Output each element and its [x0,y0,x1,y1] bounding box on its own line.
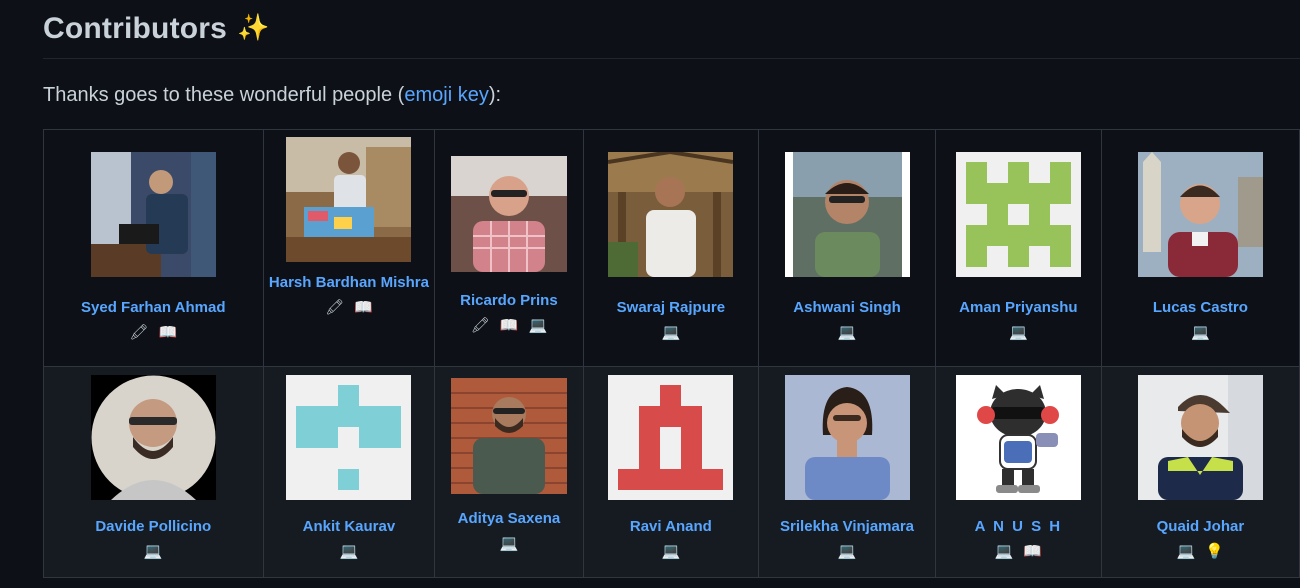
contributor-cell: Aditya Saxena 💻 [434,366,584,578]
contribution-badges: 💻 [584,542,759,562]
contributor-cell: Ravi Anand 💻 [582,366,760,578]
contributor-name[interactable]: Lucas Castro [1102,293,1299,323]
contributor-name[interactable]: Ankit Kaurav [264,512,435,542]
contributor-cell: Quaid Johar 💻 💡 [1100,366,1300,578]
identicon-green-icon[interactable] [955,152,1081,277]
book-icon[interactable]: 📖 [500,317,519,334]
contribution-badges: 💻 📖 [936,542,1101,562]
avatar-brickwall-icon[interactable] [450,378,567,494]
laptop-icon[interactable]: 💻 [662,324,681,341]
laptop-icon[interactable]: 💻 [1177,543,1196,560]
contributor-name[interactable]: Aman Priyanshu [936,293,1101,323]
avatar-church-icon[interactable] [1137,152,1263,277]
laptop-icon[interactable]: 💻 [528,317,547,334]
contribution-badges: 💻 [759,542,935,562]
laptop-icon[interactable]: 💻 [1191,324,1210,341]
emoji-key-link[interactable]: emoji key [404,84,488,106]
contributor-cell: Davide Pollicino 💻 [43,366,264,578]
contributor-cell: A N U S H 💻 📖 [934,366,1102,578]
contribution-badges: 💻 [435,534,582,554]
book-icon[interactable]: 📖 [354,299,373,316]
table-row: Davide Pollicino 💻 Ankit Kaurav 💻 Aditya… [43,366,1300,578]
avatar-speaker-icon[interactable] [90,152,216,277]
contributor-cell: Ankit Kaurav 💻 [262,366,436,578]
contributor-name[interactable]: A N U S H [936,512,1101,542]
contributor-name[interactable]: Ravi Anand [584,512,759,542]
contributor-name[interactable]: Quaid Johar [1102,512,1299,542]
table-row: Syed Farhan Ahmad 🖍 📖 Harsh Bardhan Mishr… [43,129,1300,367]
contributors-table: Syed Farhan Ahmad 🖍 📖 Harsh Bardhan Mishr… [43,129,1300,578]
contributor-name[interactable]: Aditya Saxena [435,504,582,534]
contribution-badges: 💻 💡 [1102,542,1299,562]
book-icon[interactable]: 📖 [158,324,177,341]
laptop-icon[interactable]: 💻 [662,543,681,560]
contributor-cell: Swaraj Rajpure 💻 [582,129,760,367]
avatar-portrait-icon[interactable] [450,156,567,272]
contribution-badges: 🖍 📖 [44,323,263,343]
contributor-name[interactable]: Ricardo Prins [435,286,582,316]
contribution-badges: 💻 [1102,323,1299,343]
contribution-badges: 💻 [44,542,263,562]
laptop-icon[interactable]: 💻 [838,543,857,560]
contribution-badges: 💻 [584,323,759,343]
book-icon[interactable]: 📖 [1023,543,1042,560]
contribution-badges: 💻 [264,542,435,562]
contributor-name[interactable]: Srilekha Vinjamara [759,512,935,542]
contribution-badges: 💻 [759,323,935,343]
avatar-laptop-icon[interactable] [286,137,412,262]
laptop-icon[interactable]: 💻 [144,543,163,560]
crayon-icon[interactable]: 🖍 [471,317,490,334]
identicon-red-icon[interactable] [608,375,734,500]
octocat-cartoon-icon[interactable] [955,375,1081,500]
lightbulb-icon[interactable]: 💡 [1205,543,1224,560]
avatar-circle-icon[interactable] [90,375,216,500]
contribution-badges: 🖍 📖 💻 [435,316,582,336]
contribution-badges: 💻 [936,323,1101,343]
contributor-name[interactable]: Swaraj Rajpure [584,293,759,323]
section-title: Contributors [43,12,228,45]
section-heading: Contributors ✨ [43,12,270,46]
identicon-teal-icon[interactable] [286,375,412,500]
contributor-cell: Ricardo Prins 🖍 📖 💻 [434,129,584,367]
contributor-name[interactable]: Ashwani Singh [759,293,935,323]
contributor-name[interactable]: Syed Farhan Ahmad [44,293,263,323]
laptop-icon[interactable]: 💻 [995,543,1014,560]
contributor-cell: Harsh Bardhan Mishra 🖍 📖 [262,129,436,367]
avatar-hut-icon[interactable] [608,152,734,277]
contribution-badges: 🖍 📖 [264,298,435,318]
contributor-name[interactable]: Harsh Bardhan Mishra [264,268,435,298]
contributor-cell: Lucas Castro 💻 [1100,129,1300,367]
laptop-icon[interactable]: 💻 [500,535,519,552]
contributor-name[interactable]: Davide Pollicino [44,512,263,542]
crayon-icon[interactable]: 🖍 [325,299,344,316]
intro-text: Thanks goes to these wonderful people (e… [43,84,502,106]
laptop-icon[interactable]: 💻 [838,324,857,341]
avatar-cap-icon[interactable] [1137,375,1263,500]
contributor-cell: Ashwani Singh 💻 [758,129,936,367]
avatar-id-icon[interactable] [784,375,910,500]
heading-divider [43,58,1300,59]
sparkles-icon: ✨ [237,12,270,42]
crayon-icon[interactable]: 🖍 [129,324,148,341]
contributor-cell: Aman Priyanshu 💻 [934,129,1102,367]
contributor-cell: Syed Farhan Ahmad 🖍 📖 [43,129,264,367]
laptop-icon[interactable]: 💻 [340,543,359,560]
avatar-selfie-icon[interactable] [784,152,910,277]
laptop-icon[interactable]: 💻 [1009,324,1028,341]
contributor-cell: Srilekha Vinjamara 💻 [758,366,936,578]
